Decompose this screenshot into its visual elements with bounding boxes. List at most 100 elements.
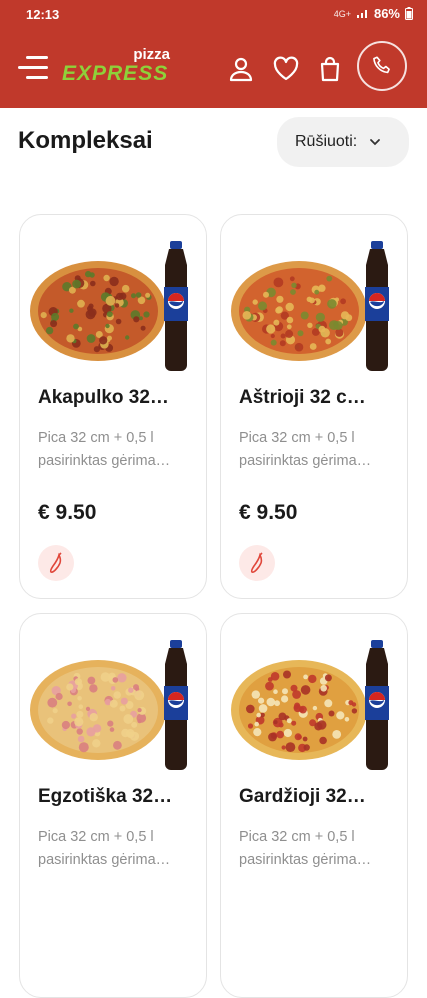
topping-piece	[270, 333, 275, 339]
topping-piece	[251, 690, 260, 699]
topping-piece	[131, 293, 136, 299]
topping-piece	[128, 687, 134, 693]
topping-piece	[103, 274, 110, 282]
shopping-bag-icon[interactable]	[317, 56, 343, 82]
topping-piece	[314, 289, 320, 295]
topping-piece	[86, 334, 96, 343]
topping-piece	[300, 685, 311, 695]
topping-piece	[283, 728, 292, 738]
signal-icon	[356, 10, 367, 18]
product-description: Pica 32 cm + 0,5 l pasirinktas gėrima…	[239, 829, 372, 868]
sort-dropdown[interactable]: Rūšiuoti:	[277, 117, 409, 167]
topping-piece	[113, 691, 121, 699]
topping-piece	[276, 730, 284, 739]
topping-piece	[120, 697, 128, 705]
topping-piece	[315, 312, 325, 322]
topping-piece	[88, 303, 94, 309]
topping-piece	[78, 742, 89, 753]
topping-piece	[52, 708, 58, 714]
topping-piece	[121, 284, 130, 293]
menu-line	[18, 66, 48, 69]
topping-piece	[89, 684, 98, 693]
product-card[interactable]: Akapulko 32… Pica 32 cm + 0,5 l pasirink…	[19, 214, 207, 599]
topping-piece	[133, 684, 139, 691]
heart-icon[interactable]	[273, 56, 299, 82]
topping-piece	[285, 742, 296, 752]
topping-piece	[77, 735, 85, 743]
topping-piece	[66, 334, 75, 343]
topping-piece	[280, 333, 286, 339]
topping-piece	[308, 674, 317, 684]
topping-piece	[273, 689, 278, 694]
topping-piece	[253, 728, 262, 737]
product-card[interactable]: Egzotiška 32… Pica 32 cm + 0,5 l pasirin…	[19, 613, 207, 998]
product-description: Pica 32 cm + 0,5 l pasirinktas gėrima…	[38, 829, 171, 868]
topping-piece	[134, 690, 145, 701]
network-label: 4G+	[333, 8, 351, 19]
product-description: Pica 32 cm + 0,5 l pasirinktas gėrima…	[38, 430, 171, 469]
topping-piece	[344, 717, 350, 722]
topping-piece	[113, 740, 122, 750]
pizza-combo-illustration	[231, 640, 389, 770]
status-bar: 12:13 4G+ 86%	[0, 0, 427, 28]
topping-piece	[258, 704, 268, 713]
topping-piece	[140, 325, 146, 331]
sort-label: Rūšiuoti:	[295, 133, 358, 150]
product-card[interactable]: Gardžioji 32… Pica 32 cm + 0,5 l pasirin…	[220, 613, 408, 998]
menu-line	[26, 76, 48, 79]
user-icon[interactable]	[228, 56, 254, 82]
topping-piece	[351, 702, 357, 707]
product-name: Egzotiška 32…	[38, 786, 173, 807]
topping-piece	[270, 339, 277, 346]
menu-button[interactable]	[16, 56, 48, 80]
topping-piece	[77, 696, 82, 701]
product-description: Pica 32 cm + 0,5 l pasirinktas gėrima…	[239, 430, 372, 469]
topping-piece	[281, 695, 289, 703]
topping-piece	[114, 303, 120, 308]
topping-piece	[107, 720, 114, 727]
topping-piece	[276, 295, 284, 303]
status-time: 12:13	[26, 7, 60, 22]
pepsi-bottle-icon	[164, 241, 188, 371]
call-button[interactable]	[357, 41, 407, 91]
pizza-topping	[239, 268, 359, 354]
topping-piece	[123, 714, 134, 724]
topping-piece	[115, 292, 124, 301]
pepsi-bottle-icon	[365, 640, 389, 770]
topping-piece	[252, 299, 258, 305]
topping-piece	[335, 328, 344, 337]
topping-piece	[278, 712, 287, 721]
topping-piece	[74, 678, 82, 686]
topping-piece	[340, 298, 346, 305]
topping-piece	[319, 736, 327, 745]
topping-piece	[85, 706, 91, 711]
topping-piece	[292, 690, 301, 699]
topping-piece	[99, 336, 108, 345]
topping-piece	[258, 697, 265, 704]
brand-logo[interactable]: pizza EXPRESS	[62, 46, 174, 90]
topping-piece	[285, 329, 294, 338]
topping-piece	[325, 338, 332, 345]
topping-piece	[274, 700, 280, 707]
product-price: € 9.50	[239, 501, 298, 524]
chili-pepper-icon	[49, 552, 62, 573]
topping-piece	[254, 721, 259, 727]
topping-piece	[324, 699, 333, 708]
topping-piece	[312, 705, 318, 711]
pizza-combo-illustration	[30, 241, 188, 371]
topping-piece	[119, 705, 126, 712]
topping-piece	[73, 323, 79, 330]
topping-piece	[268, 732, 277, 742]
topping-piece	[242, 311, 252, 320]
topping-piece	[327, 299, 337, 309]
topping-piece	[92, 739, 101, 748]
topping-piece	[247, 723, 254, 729]
product-image	[229, 638, 401, 778]
topping-piece	[302, 736, 308, 742]
pizza-combo-illustration	[231, 241, 389, 371]
logo-pizza-text: pizza	[133, 46, 170, 63]
menu-line	[26, 56, 48, 59]
product-card[interactable]: Aštrioji 32 c… Pica 32 cm + 0,5 l pasiri…	[220, 214, 408, 599]
topping-piece	[263, 291, 269, 298]
topping-piece	[286, 718, 292, 724]
